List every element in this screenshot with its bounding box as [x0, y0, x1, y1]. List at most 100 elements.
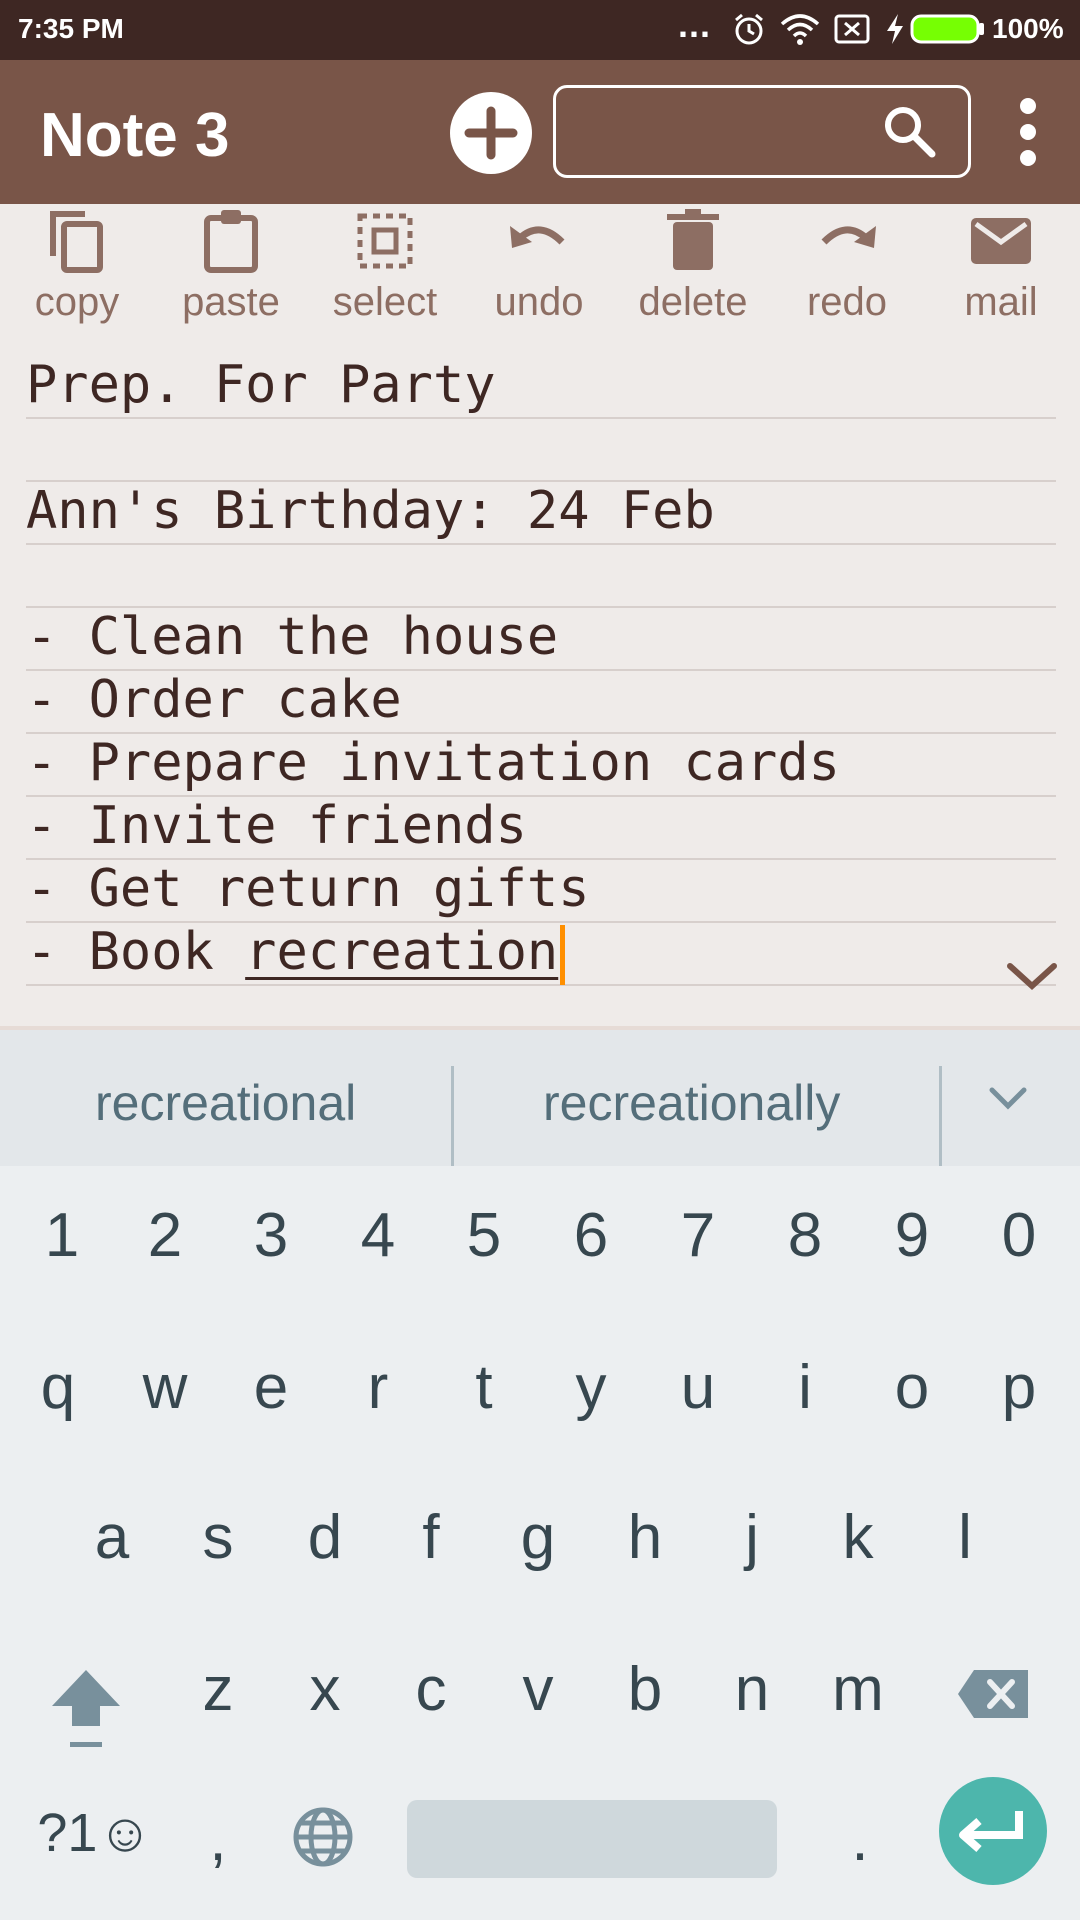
undo-button[interactable]: undo: [469, 204, 609, 325]
mail-label: mail: [964, 280, 1038, 324]
key-w[interactable]: w: [115, 1352, 215, 1423]
note-line: [26, 543, 1056, 608]
suggestion-divider: [451, 1066, 454, 1166]
suggestion-recreationally[interactable]: recreationally: [543, 1074, 840, 1132]
key-j[interactable]: j: [702, 1502, 802, 1573]
backspace-icon[interactable]: [956, 1668, 1030, 1720]
note-line-prefix: - Book: [26, 922, 246, 982]
key-u[interactable]: u: [648, 1352, 748, 1423]
composing-word: recreation: [245, 922, 559, 982]
mail-button[interactable]: mail: [931, 204, 1071, 325]
select-all-icon: [357, 213, 413, 269]
key-8[interactable]: 8: [755, 1200, 855, 1271]
symbols-emoji-key[interactable]: ?1☺: [20, 1802, 170, 1864]
key-e[interactable]: e: [221, 1352, 321, 1423]
key-period[interactable]: .: [810, 1804, 910, 1875]
key-d[interactable]: d: [275, 1502, 375, 1573]
key-3[interactable]: 3: [221, 1200, 321, 1271]
key-7[interactable]: 7: [648, 1200, 748, 1271]
note-line: Prep. For Party: [26, 354, 1056, 419]
chevron-down-icon[interactable]: [1004, 958, 1060, 994]
paste-label: paste: [182, 280, 280, 324]
key-n[interactable]: n: [702, 1654, 802, 1725]
key-2[interactable]: 2: [115, 1200, 215, 1271]
note-line: Ann's Birthday: 24 Feb: [26, 480, 1056, 545]
select-button[interactable]: select: [315, 204, 455, 325]
key-4[interactable]: 4: [328, 1200, 428, 1271]
note-line: - Clean the house: [26, 606, 1056, 671]
suggestion-recreational[interactable]: recreational: [95, 1074, 356, 1132]
key-t[interactable]: t: [434, 1352, 534, 1423]
charging-icon: [884, 12, 906, 53]
select-label: select: [332, 280, 438, 324]
alarm-icon: [732, 12, 766, 53]
key-5[interactable]: 5: [434, 1200, 534, 1271]
clipboard-icon: [204, 210, 258, 273]
shift-icon[interactable]: [48, 1666, 124, 1750]
copy-label: copy: [34, 280, 120, 324]
key-b[interactable]: b: [595, 1654, 695, 1725]
key-g[interactable]: g: [488, 1502, 588, 1573]
copy-icon: [50, 211, 103, 273]
key-c[interactable]: c: [381, 1654, 481, 1725]
status-more-dots: ...: [678, 4, 712, 45]
key-s[interactable]: s: [168, 1502, 268, 1573]
key-h[interactable]: h: [595, 1502, 695, 1573]
sim-off-icon: [834, 12, 870, 53]
space-bar[interactable]: [407, 1800, 777, 1878]
key-p[interactable]: p: [969, 1352, 1069, 1423]
undo-icon: [510, 226, 565, 248]
status-time: 7:35 PM: [18, 13, 124, 44]
more-vert-icon[interactable]: [1020, 98, 1036, 176]
redo-button[interactable]: redo: [777, 204, 917, 325]
key-q[interactable]: q: [8, 1352, 108, 1423]
status-bar: 7:35 PM ... 100%: [0, 0, 1080, 60]
key-l[interactable]: l: [915, 1502, 1015, 1573]
key-z[interactable]: z: [168, 1654, 268, 1725]
key-1[interactable]: 1: [12, 1200, 112, 1271]
plus-circle-icon: [464, 106, 518, 160]
battery-percent: 100%: [992, 13, 1064, 44]
key-i[interactable]: i: [755, 1352, 855, 1423]
redo-label: redo: [806, 280, 888, 324]
note-line-current: - Book recreation: [26, 921, 1056, 986]
chevron-down-icon[interactable]: [988, 1084, 1028, 1112]
key-comma[interactable]: ,: [168, 1804, 268, 1875]
key-o[interactable]: o: [862, 1352, 962, 1423]
suggestion-divider: [939, 1066, 942, 1166]
mail-icon: [971, 218, 1031, 264]
key-f[interactable]: f: [381, 1502, 481, 1573]
key-m[interactable]: m: [808, 1654, 908, 1725]
note-editor[interactable]: Prep. For Party Ann's Birthday: 24 Feb -…: [0, 334, 1080, 1028]
key-r[interactable]: r: [328, 1352, 428, 1423]
key-0[interactable]: 0: [969, 1200, 1069, 1271]
delete-button[interactable]: delete: [623, 204, 763, 325]
globe-icon[interactable]: [292, 1806, 354, 1868]
key-y[interactable]: y: [541, 1352, 641, 1423]
trash-icon: [667, 209, 719, 270]
key-x[interactable]: x: [275, 1654, 375, 1725]
suggestion-strip: recreational recreationally: [0, 1030, 1080, 1166]
enter-icon: [959, 1811, 1023, 1853]
redo-icon: [821, 226, 876, 248]
app-bar: Note 3: [0, 60, 1080, 204]
key-a[interactable]: a: [62, 1502, 162, 1573]
search-input[interactable]: [553, 85, 971, 178]
note-line: - Invite friends: [26, 795, 1056, 860]
search-icon[interactable]: [880, 102, 938, 160]
key-6[interactable]: 6: [541, 1200, 641, 1271]
note-line: - Order cake: [26, 669, 1056, 734]
paste-button[interactable]: paste: [161, 204, 301, 325]
note-line: [26, 417, 1056, 482]
key-k[interactable]: k: [808, 1502, 908, 1573]
key-9[interactable]: 9: [862, 1200, 962, 1271]
delete-label: delete: [638, 280, 748, 324]
key-v[interactable]: v: [488, 1654, 588, 1725]
add-note-button[interactable]: [450, 92, 532, 174]
note-title: Note 3: [40, 101, 230, 170]
enter-button[interactable]: [939, 1777, 1047, 1885]
note-line: - Prepare invitation cards: [26, 732, 1056, 797]
text-cursor: [560, 925, 566, 985]
copy-button[interactable]: copy: [7, 204, 147, 325]
undo-label: undo: [494, 280, 584, 324]
